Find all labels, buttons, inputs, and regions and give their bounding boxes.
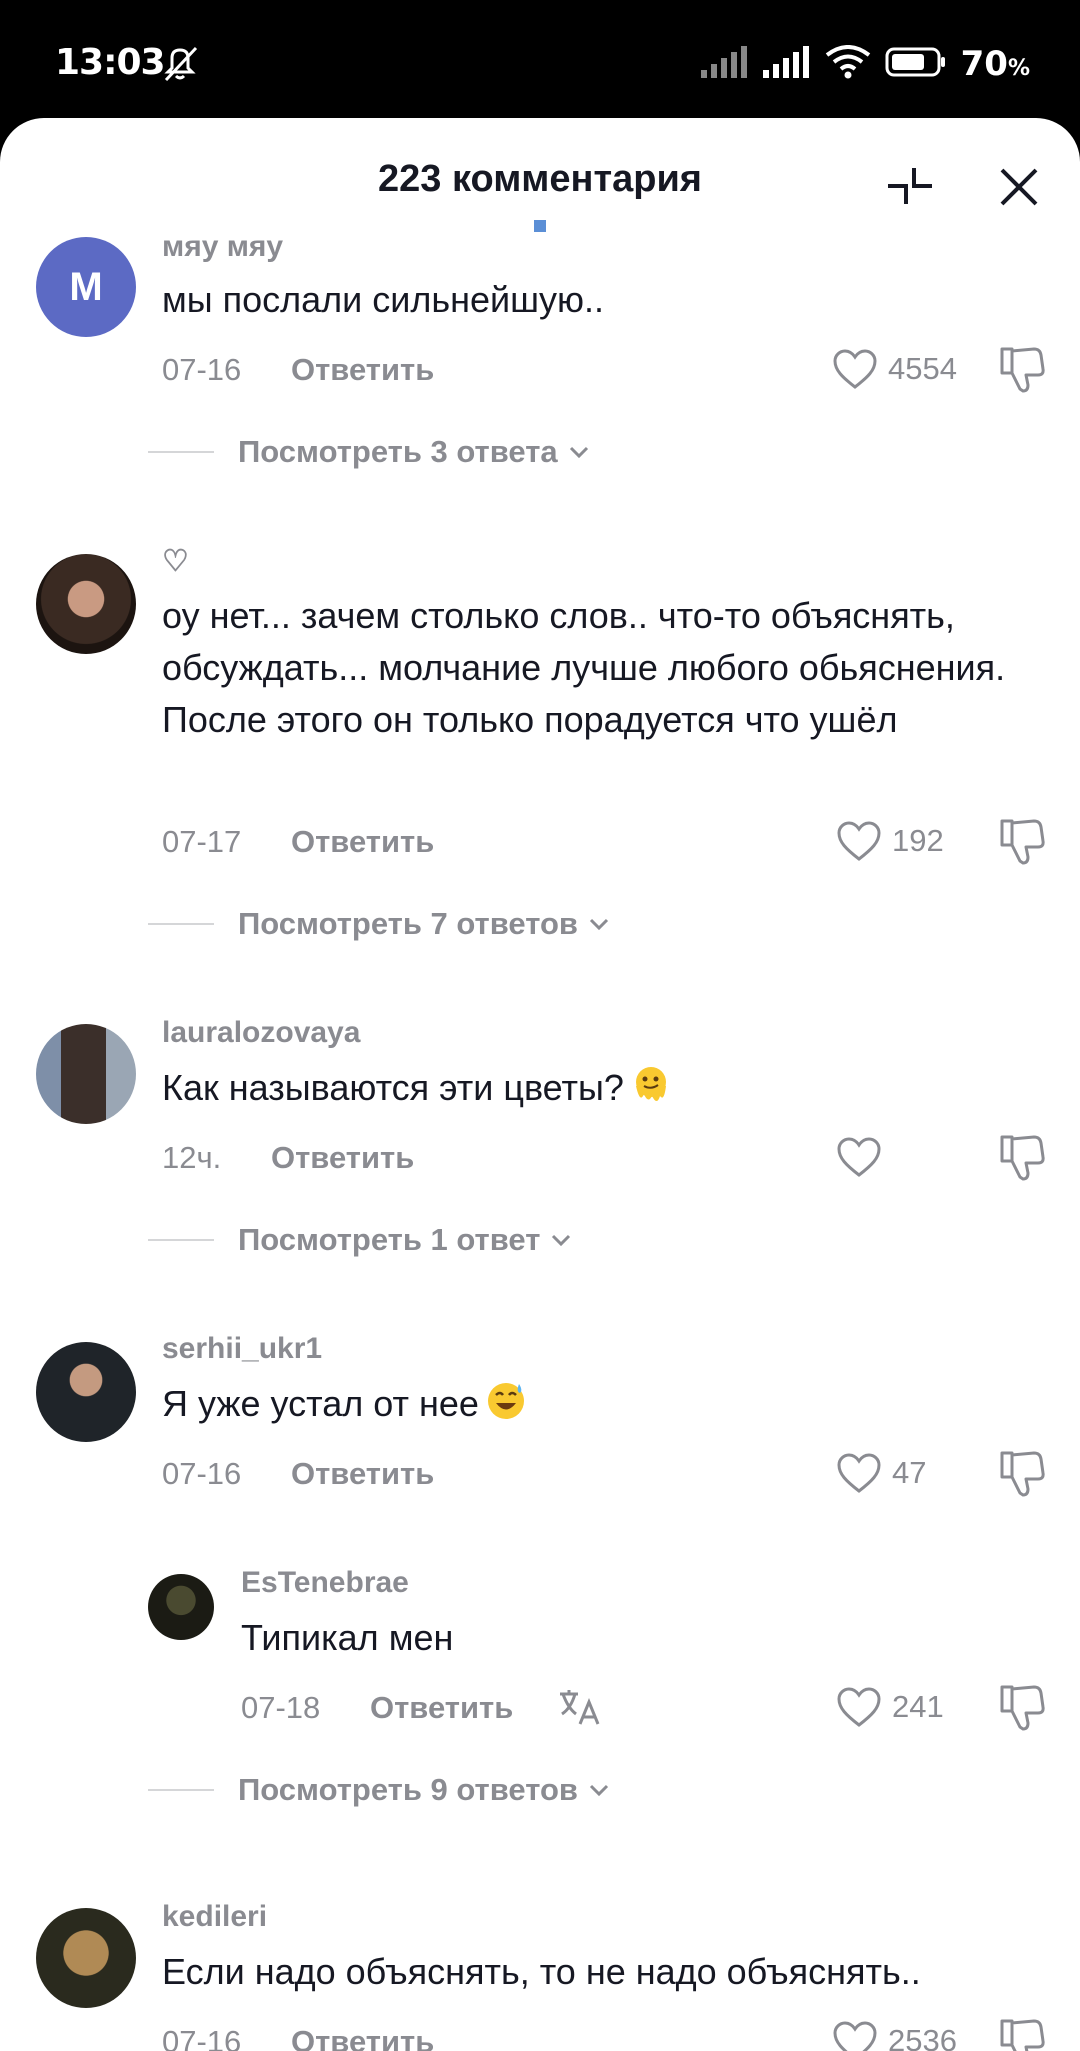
dislike-icon[interactable]	[996, 1447, 1048, 1499]
comment-text: Как называются эти цветы?	[162, 1062, 1042, 1114]
battery-level: 70%	[960, 44, 1030, 84]
like-count: 4554	[888, 351, 957, 386]
comment-text: Если надо объяснять, то не надо объяснят…	[162, 1951, 921, 1992]
avatar[interactable]	[36, 1342, 136, 1442]
comment-text: оу нет... зачем столько слов.. что-то об…	[162, 595, 1006, 740]
heart-icon	[833, 2021, 877, 2051]
avatar[interactable]	[36, 554, 136, 654]
view-replies-button[interactable]: Посмотреть 3 ответа	[148, 432, 592, 472]
dislike-icon[interactable]	[996, 1131, 1048, 1183]
like-count: 192	[892, 823, 944, 858]
heart-icon	[837, 1453, 881, 1493]
heart-icon	[833, 349, 877, 389]
dislike-icon[interactable]	[996, 2015, 1048, 2051]
view-replies-button[interactable]: Посмотреть 1 ответ	[148, 1220, 574, 1260]
avatar[interactable]: М	[36, 237, 136, 337]
comment-username[interactable]: kedileri	[162, 1900, 267, 1934]
view-replies-button[interactable]: Посмотреть 7 ответов	[148, 904, 612, 944]
status-bar: 13:03 70%	[0, 0, 1080, 118]
dislike-icon[interactable]	[996, 1681, 1048, 1733]
collapse-icon[interactable]	[880, 156, 940, 216]
avatar[interactable]	[36, 1908, 136, 2008]
chevron-down-icon	[589, 918, 609, 931]
comment-text: Типикал мен	[241, 1617, 454, 1658]
reply-button[interactable]: Ответить	[291, 2024, 434, 2051]
chevron-down-icon	[589, 1784, 609, 1797]
comment-date: 07-18	[241, 1690, 321, 1725]
comment-username[interactable]: EsTenebrae	[241, 1566, 409, 1600]
like-button[interactable]: 192	[836, 815, 944, 867]
dislike-icon[interactable]	[996, 815, 1048, 867]
like-button[interactable]	[836, 1131, 892, 1183]
comment-text: Я уже устал от нее	[162, 1378, 1042, 1430]
mute-icon	[158, 44, 202, 89]
avatar[interactable]	[36, 1024, 136, 1124]
comment-username[interactable]: мяу мяу	[162, 230, 283, 264]
like-button[interactable]: 241	[836, 1681, 944, 1733]
comment-date: 07-16	[162, 1456, 242, 1491]
heart-icon	[837, 821, 881, 861]
status-time: 13:03	[55, 42, 166, 83]
like-button[interactable]: 47	[836, 1447, 926, 1499]
view-replies-button[interactable]: Посмотреть 9 ответов	[148, 1770, 612, 1810]
like-button[interactable]: 4554	[832, 343, 957, 395]
wifi-icon	[825, 44, 871, 84]
like-count: 2536	[888, 2023, 957, 2051]
heart-icon	[837, 1137, 881, 1177]
comment-date: 07-16	[162, 352, 242, 387]
drag-handle[interactable]	[532, 218, 548, 234]
melting-face-emoji	[635, 1067, 666, 1101]
battery-icon	[885, 47, 947, 82]
chevron-down-icon	[552, 1234, 571, 1247]
reply-button[interactable]: Ответить	[271, 1140, 414, 1176]
reply-button[interactable]: Ответить	[291, 1456, 434, 1492]
comments-sheet: 223 комментария М мяу мяу мы послали сил…	[0, 118, 1080, 2051]
like-count: 47	[892, 1455, 927, 1490]
chevron-down-icon	[569, 446, 588, 459]
comment-username[interactable]: lauralozovaya	[162, 1016, 360, 1050]
comment-text: мы послали сильнейшую..	[162, 279, 605, 320]
reply-button[interactable]: Ответить	[291, 352, 434, 388]
grinning-sweat-emoji	[487, 1383, 524, 1419]
comment-date: 07-16	[162, 2024, 242, 2051]
signal-icon-2	[762, 45, 811, 83]
avatar[interactable]	[148, 1574, 214, 1640]
heart-icon	[837, 1687, 881, 1727]
dislike-icon[interactable]	[996, 343, 1048, 395]
comment-username[interactable]: ♡	[162, 544, 189, 579]
like-button[interactable]: 2536	[832, 2015, 957, 2051]
comment-username[interactable]: serhii_ukr1	[162, 1332, 322, 1366]
comment-date: 12ч.	[162, 1140, 222, 1175]
like-count: 241	[892, 1689, 944, 1724]
reply-button[interactable]: Ответить	[291, 824, 434, 860]
reply-button[interactable]: Ответить	[370, 1690, 513, 1726]
close-icon[interactable]	[990, 158, 1048, 216]
comment-date: 07-17	[162, 824, 242, 859]
signal-icon-1	[700, 45, 749, 83]
translate-icon[interactable]	[556, 1684, 602, 1730]
